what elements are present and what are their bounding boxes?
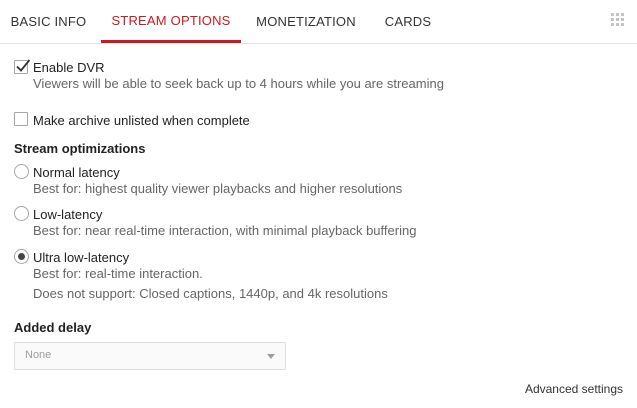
enable-dvr-checkbox[interactable] xyxy=(14,59,31,74)
added-delay-select[interactable]: None xyxy=(14,342,286,370)
ultra-low-latency-label: Ultra low-latency xyxy=(33,250,130,265)
tab-stream-options[interactable]: STREAM OPTIONS xyxy=(101,0,241,43)
archive-unlisted-label: Make archive unlisted when complete xyxy=(33,113,250,128)
normal-latency-radio[interactable] xyxy=(14,164,29,179)
grid-dots-icon[interactable] xyxy=(611,13,625,27)
tab-cards[interactable]: CARDS xyxy=(370,0,446,43)
checkmark-icon xyxy=(16,59,31,72)
added-delay-heading: Added delay xyxy=(14,320,92,335)
ultra-low-latency-radio[interactable] xyxy=(14,249,29,264)
advanced-settings-link[interactable]: Advanced settings xyxy=(525,382,623,396)
tab-basic-info[interactable]: BASIC INFO xyxy=(0,0,97,43)
normal-latency-label: Normal latency xyxy=(33,165,120,180)
stream-options-panel: BASIC INFO STREAM OPTIONS MONETIZATION C… xyxy=(0,0,637,408)
low-latency-radio[interactable] xyxy=(14,206,29,221)
tab-monetization[interactable]: MONETIZATION xyxy=(246,0,366,43)
archive-unlisted-checkbox[interactable] xyxy=(14,112,28,126)
added-delay-value: None xyxy=(25,349,52,361)
tab-bar: BASIC INFO STREAM OPTIONS MONETIZATION C… xyxy=(0,0,637,44)
dropdown-caret-icon xyxy=(267,354,275,359)
stream-optimizations-heading: Stream optimizations xyxy=(14,141,146,156)
ultra-low-latency-limitations: Does not support: Closed captions, 1440p… xyxy=(33,286,388,301)
enable-dvr-label: Enable DVR xyxy=(33,60,105,75)
low-latency-description: Best for: near real-time interaction, wi… xyxy=(33,223,417,238)
low-latency-label: Low-latency xyxy=(33,207,103,222)
ultra-low-latency-description: Best for: real-time interaction. xyxy=(33,266,203,281)
normal-latency-description: Best for: highest quality viewer playbac… xyxy=(33,181,403,196)
enable-dvr-description: Viewers will be able to seek back up to … xyxy=(33,76,444,91)
radio-selected-dot xyxy=(18,253,25,260)
